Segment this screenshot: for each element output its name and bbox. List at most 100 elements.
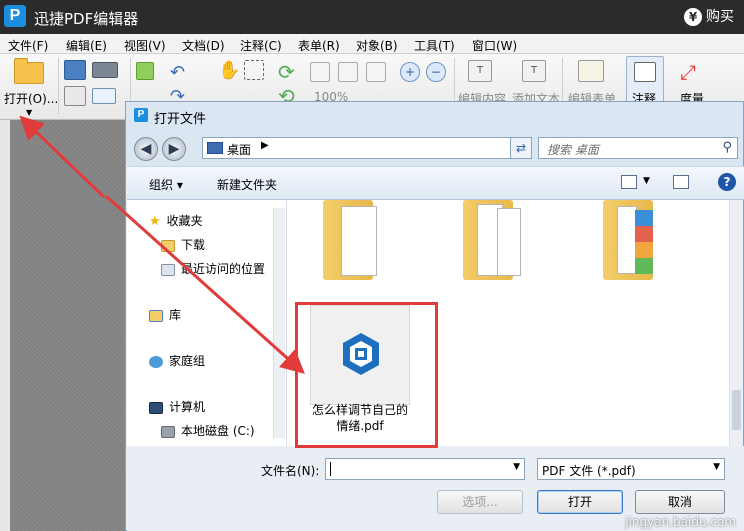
buy-button[interactable]: ¥ 购买 [684,6,734,26]
libraries-icon [149,309,163,322]
zoom-in-icon[interactable]: + [400,62,420,82]
nav-homegroup[interactable]: 家庭组 [149,352,205,369]
address-bar[interactable]: 桌面 ▶ ▼ [202,137,532,159]
menu-comment[interactable]: 注释(C) [240,37,282,54]
yen-icon: ¥ [684,8,702,26]
actual-size-icon[interactable] [366,62,386,82]
nav-recent-label: 最近访问的位置 [181,262,266,276]
nav-recent[interactable]: 最近访问的位置 [161,260,265,277]
menu-view[interactable]: 视图(V) [124,37,166,54]
nav-libraries-label: 库 [169,308,182,322]
menu-tools[interactable]: 工具(T) [414,37,455,54]
scan-icon[interactable] [92,62,118,78]
edit-content-icon[interactable]: T [468,60,492,82]
search-placeholder: 搜索 桌面 [547,143,599,157]
side-strip [0,120,10,531]
document-page-icon [617,206,637,274]
nav-local-disk[interactable]: 本地磁盘 (C:) [161,422,255,439]
nav-downloads[interactable]: 下载 [161,236,205,253]
open-button[interactable]: 打开 [537,490,623,514]
colored-binders-icon [635,210,653,274]
open-dropdown-arrow[interactable]: ▼ [26,108,32,117]
address-text: 桌面 [227,143,252,157]
file-type-select[interactable]: PDF 文件 (*.pdf) ▼ [537,458,725,480]
scrollbar-thumb[interactable] [732,390,741,430]
back-button[interactable]: ◀ [134,137,158,161]
folder-item[interactable] [457,200,557,280]
organize-button[interactable]: 组织 ▾ [149,176,183,193]
menu-bar: 文件(F) 编辑(E) 视图(V) 文档(D) 注释(C) 表单(R) 对象(B… [0,34,744,54]
cancel-button[interactable]: 取消 [635,490,725,514]
search-icon[interactable]: ⚲ [722,140,732,155]
nav-local-disk-label: 本地磁盘 (C:) [181,424,255,438]
folder-item[interactable] [597,200,697,280]
help-icon[interactable]: ? [718,173,736,191]
zoom-out-icon[interactable]: − [426,62,446,82]
recent-places-icon [161,263,175,276]
preview-pane-icon[interactable] [673,175,689,189]
menu-file[interactable]: 文件(F) [8,37,48,54]
nav-libraries[interactable]: 库 [149,306,181,323]
document-page-icon [341,206,377,276]
menu-window[interactable]: 窗口(W) [472,37,517,54]
file-type-dropdown-icon[interactable]: ▼ [713,462,720,472]
app-title: 迅捷PDF编辑器 [34,10,139,28]
nav-favorites[interactable]: ★ 收藏夹 [149,212,203,229]
nav-computer[interactable]: 计算机 [149,398,205,415]
fit-width-icon[interactable] [338,62,358,82]
options-button[interactable]: 选项... [437,490,523,514]
rotate-icon[interactable]: ⟳ [278,60,295,84]
address-row: ◀ ▶ 桌面 ▶ ▼ ⇄ 搜索 桌面 ⚲ [126,130,743,166]
dialog-title: 打开文件 [154,112,207,127]
edit-form-icon[interactable] [578,60,604,82]
view-dropdown-icon[interactable]: ▼ [643,176,650,186]
toolbar-separator [58,58,59,114]
breadcrumb-arrow-icon[interactable]: ▶ [261,140,269,151]
select-tool-icon[interactable] [244,60,264,80]
menu-form[interactable]: 表单(R) [298,37,340,54]
menu-object[interactable]: 对象(B) [356,37,398,54]
undo-icon[interactable]: ↶ [170,62,185,83]
menu-edit[interactable]: 编辑(E) [66,37,107,54]
forward-button[interactable]: ▶ [162,137,186,161]
nav-homegroup-label: 家庭组 [169,354,206,368]
comment-icon[interactable] [634,62,656,82]
file-name-dropdown-icon[interactable]: ▼ [513,462,520,472]
star-icon: ★ [149,214,161,229]
desktop-icon [207,142,223,154]
watermark: jingyan.baidu.com [625,515,736,529]
new-folder-button[interactable]: 新建文件夹 [217,176,277,193]
app-title-bar: P 迅捷PDF编辑器 ¥ 购买 [0,0,744,34]
print-icon[interactable] [64,86,86,106]
open-folder-icon[interactable] [14,58,44,84]
folder-item[interactable] [317,200,417,280]
save-icon[interactable] [64,60,86,80]
app-logo: P [4,5,26,27]
file-name-label: 文件名(N): [261,464,320,478]
mail-icon[interactable] [92,88,116,104]
page-prev-icon[interactable] [136,62,154,80]
nav-computer-label: 计算机 [169,400,206,414]
hand-tool-icon[interactable]: ✋ [218,60,240,81]
search-input[interactable]: 搜索 桌面 ⚲ [538,137,738,159]
homegroup-icon [149,355,163,368]
buy-label: 购买 [706,9,734,25]
text-caret [330,462,331,476]
view-mode-icon[interactable] [621,175,637,189]
refresh-button[interactable]: ⇄ [510,137,532,159]
menu-document[interactable]: 文档(D) [182,37,225,54]
downloads-folder-icon [161,239,175,252]
disk-icon [161,425,175,438]
measure-icon[interactable]: ⤢ [680,60,696,84]
nav-scrollbar[interactable] [273,208,285,438]
file-list-scrollbar[interactable] [729,200,743,446]
command-bar: 组织 ▾ 新建文件夹 ▼ ? [127,166,744,200]
open-button-label[interactable]: 打开(O)... [4,90,58,107]
document-canvas [0,120,125,531]
add-text-icon[interactable]: T [522,60,546,82]
dialog-title-bar: P 打开文件 [126,102,743,130]
nav-downloads-label: 下载 [181,238,206,252]
file-name-input[interactable]: ▼ [325,458,525,480]
dialog-app-icon: P [134,108,148,122]
fit-page-icon[interactable] [310,62,330,82]
